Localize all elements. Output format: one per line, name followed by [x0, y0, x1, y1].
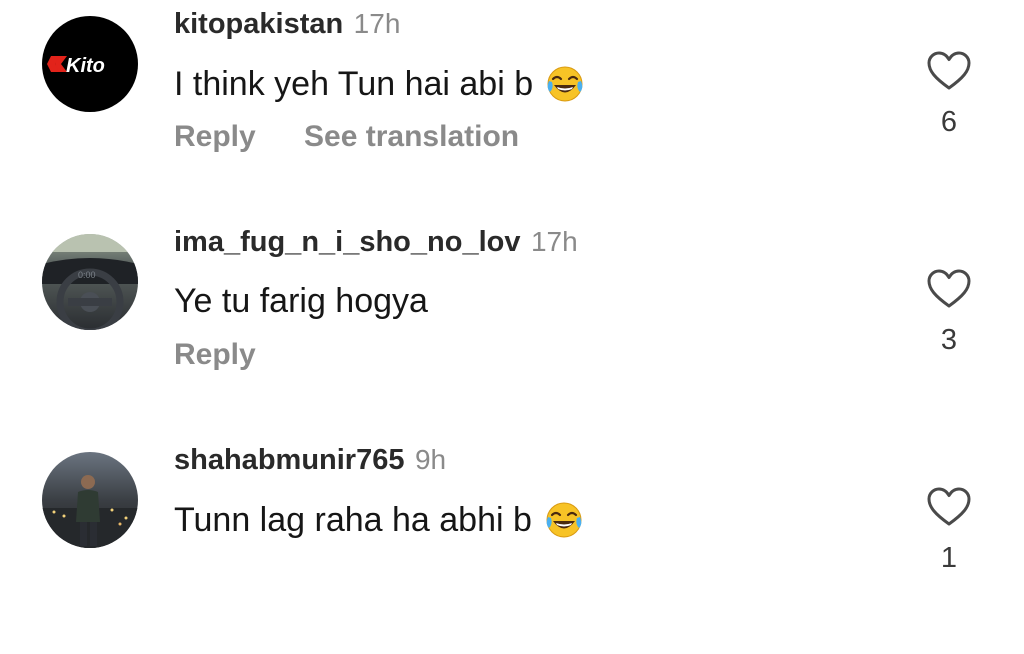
comment-meta: shahabmunir765 9h — [174, 444, 446, 477]
avatar-ima-fug[interactable]: 0:00 — [42, 234, 138, 330]
comment-actions: Reply — [174, 338, 256, 372]
heart-icon[interactable] — [926, 50, 972, 92]
comment-item: 0:00 ima_fug_n_i_sho_no_lov 17h Ye tu fa… — [0, 218, 1024, 436]
avatar-kitopakistan[interactable]: Kito — [42, 16, 138, 112]
timestamp: 9h — [414, 444, 447, 475]
like-control: 1 — [926, 486, 972, 575]
svg-text:Kito: Kito — [66, 55, 105, 77]
timestamp: 17h — [353, 8, 401, 39]
like-control: 3 — [926, 268, 972, 357]
heart-icon[interactable] — [926, 486, 972, 528]
svg-text:0:00: 0:00 — [78, 270, 96, 280]
avatar-shahabmunir765[interactable] — [42, 452, 138, 548]
comment-item: Kito kitopakistan 17h I think yeh Tun ha… — [0, 0, 1024, 218]
comment-meta: ima_fug_n_i_sho_no_lov 17h — [174, 226, 578, 259]
laughing-emoji-icon — [544, 500, 584, 540]
comment-actions: Reply See translation — [174, 120, 519, 154]
comment-text: I think yeh Tun hai abi b — [174, 64, 585, 104]
comment-text: Tunn lag raha ha abhi b — [174, 500, 584, 540]
comment-body: Tunn lag raha ha abhi b — [174, 500, 532, 539]
heart-icon[interactable] — [926, 268, 972, 310]
username[interactable]: kitopakistan — [174, 8, 343, 40]
reply-button[interactable]: Reply — [174, 338, 256, 371]
like-count: 3 — [940, 324, 958, 356]
like-count: 6 — [940, 106, 958, 138]
reply-button[interactable]: Reply — [174, 120, 256, 153]
like-count: 1 — [940, 542, 958, 574]
username[interactable]: shahabmunir765 — [174, 444, 404, 476]
comment-body: I think yeh Tun hai abi b — [174, 64, 534, 103]
laughing-emoji-icon — [545, 64, 585, 104]
see-translation-button[interactable]: See translation — [304, 120, 519, 153]
like-control: 6 — [926, 50, 972, 139]
timestamp: 17h — [530, 226, 578, 257]
comment-text: Ye tu farig hogya — [174, 282, 428, 321]
comment-item: shahabmunir765 9h Tunn lag raha ha abhi … — [0, 436, 1024, 654]
comment-body: Ye tu farig hogya — [174, 282, 428, 320]
comment-meta: kitopakistan 17h — [174, 8, 400, 41]
username[interactable]: ima_fug_n_i_sho_no_lov — [174, 226, 521, 258]
